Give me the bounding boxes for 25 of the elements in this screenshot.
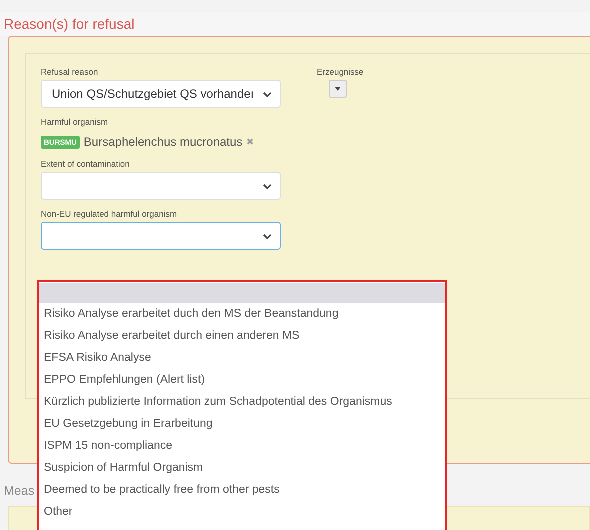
non-eu-organism-select[interactable] xyxy=(41,222,281,250)
field-label: Erzeugnisse xyxy=(317,66,364,79)
dropdown-option[interactable]: Deemed to be practically free from other pests xyxy=(39,479,445,501)
section-title: Meas xyxy=(4,484,35,499)
dropdown-option[interactable]: EFSA Risiko Analyse xyxy=(39,347,445,369)
dropdown-option[interactable]: Risiko Analyse erarbeitet duch den MS der Beanstandung xyxy=(39,303,445,325)
dropdown-option[interactable]: ISPM 15 non-compliance xyxy=(39,435,445,457)
dropdown-option[interactable]: Risiko Analyse erarbeitet durch einen anderen MS xyxy=(39,325,445,347)
dropdown-option[interactable]: EU Gesetzgebung in Erarbeitung xyxy=(39,413,445,435)
dropdown-option[interactable]: Other xyxy=(39,501,445,523)
organism-name: Bursaphelenchus mucronatus xyxy=(84,135,243,149)
field-label: Extent of contamination xyxy=(41,158,131,171)
caret-icon xyxy=(335,87,341,91)
chevron-icon xyxy=(263,184,272,190)
chevron-icon xyxy=(263,92,272,98)
field-label: Refusal reason xyxy=(41,66,100,79)
extent-select[interactable] xyxy=(41,172,281,200)
dropdown-option[interactable]: Kürzlich publizierte Information zum Schadpotential des Organismus xyxy=(39,391,445,413)
dropdown-option[interactable]: EPPO Empfehlungen (Alert list) xyxy=(39,369,445,391)
dropdown-option[interactable]: Suspicion of Harmful Organism xyxy=(39,457,445,479)
chevron-icon xyxy=(263,234,272,240)
refusal-reason-select[interactable]: Union QS/Schutzgebiet QS vorhandeı xyxy=(41,80,281,108)
products-dropdown-button[interactable] xyxy=(329,80,347,98)
field-label: Harmful organism xyxy=(41,116,110,129)
field-label: Non-EU regulated harmful organism xyxy=(41,208,178,221)
